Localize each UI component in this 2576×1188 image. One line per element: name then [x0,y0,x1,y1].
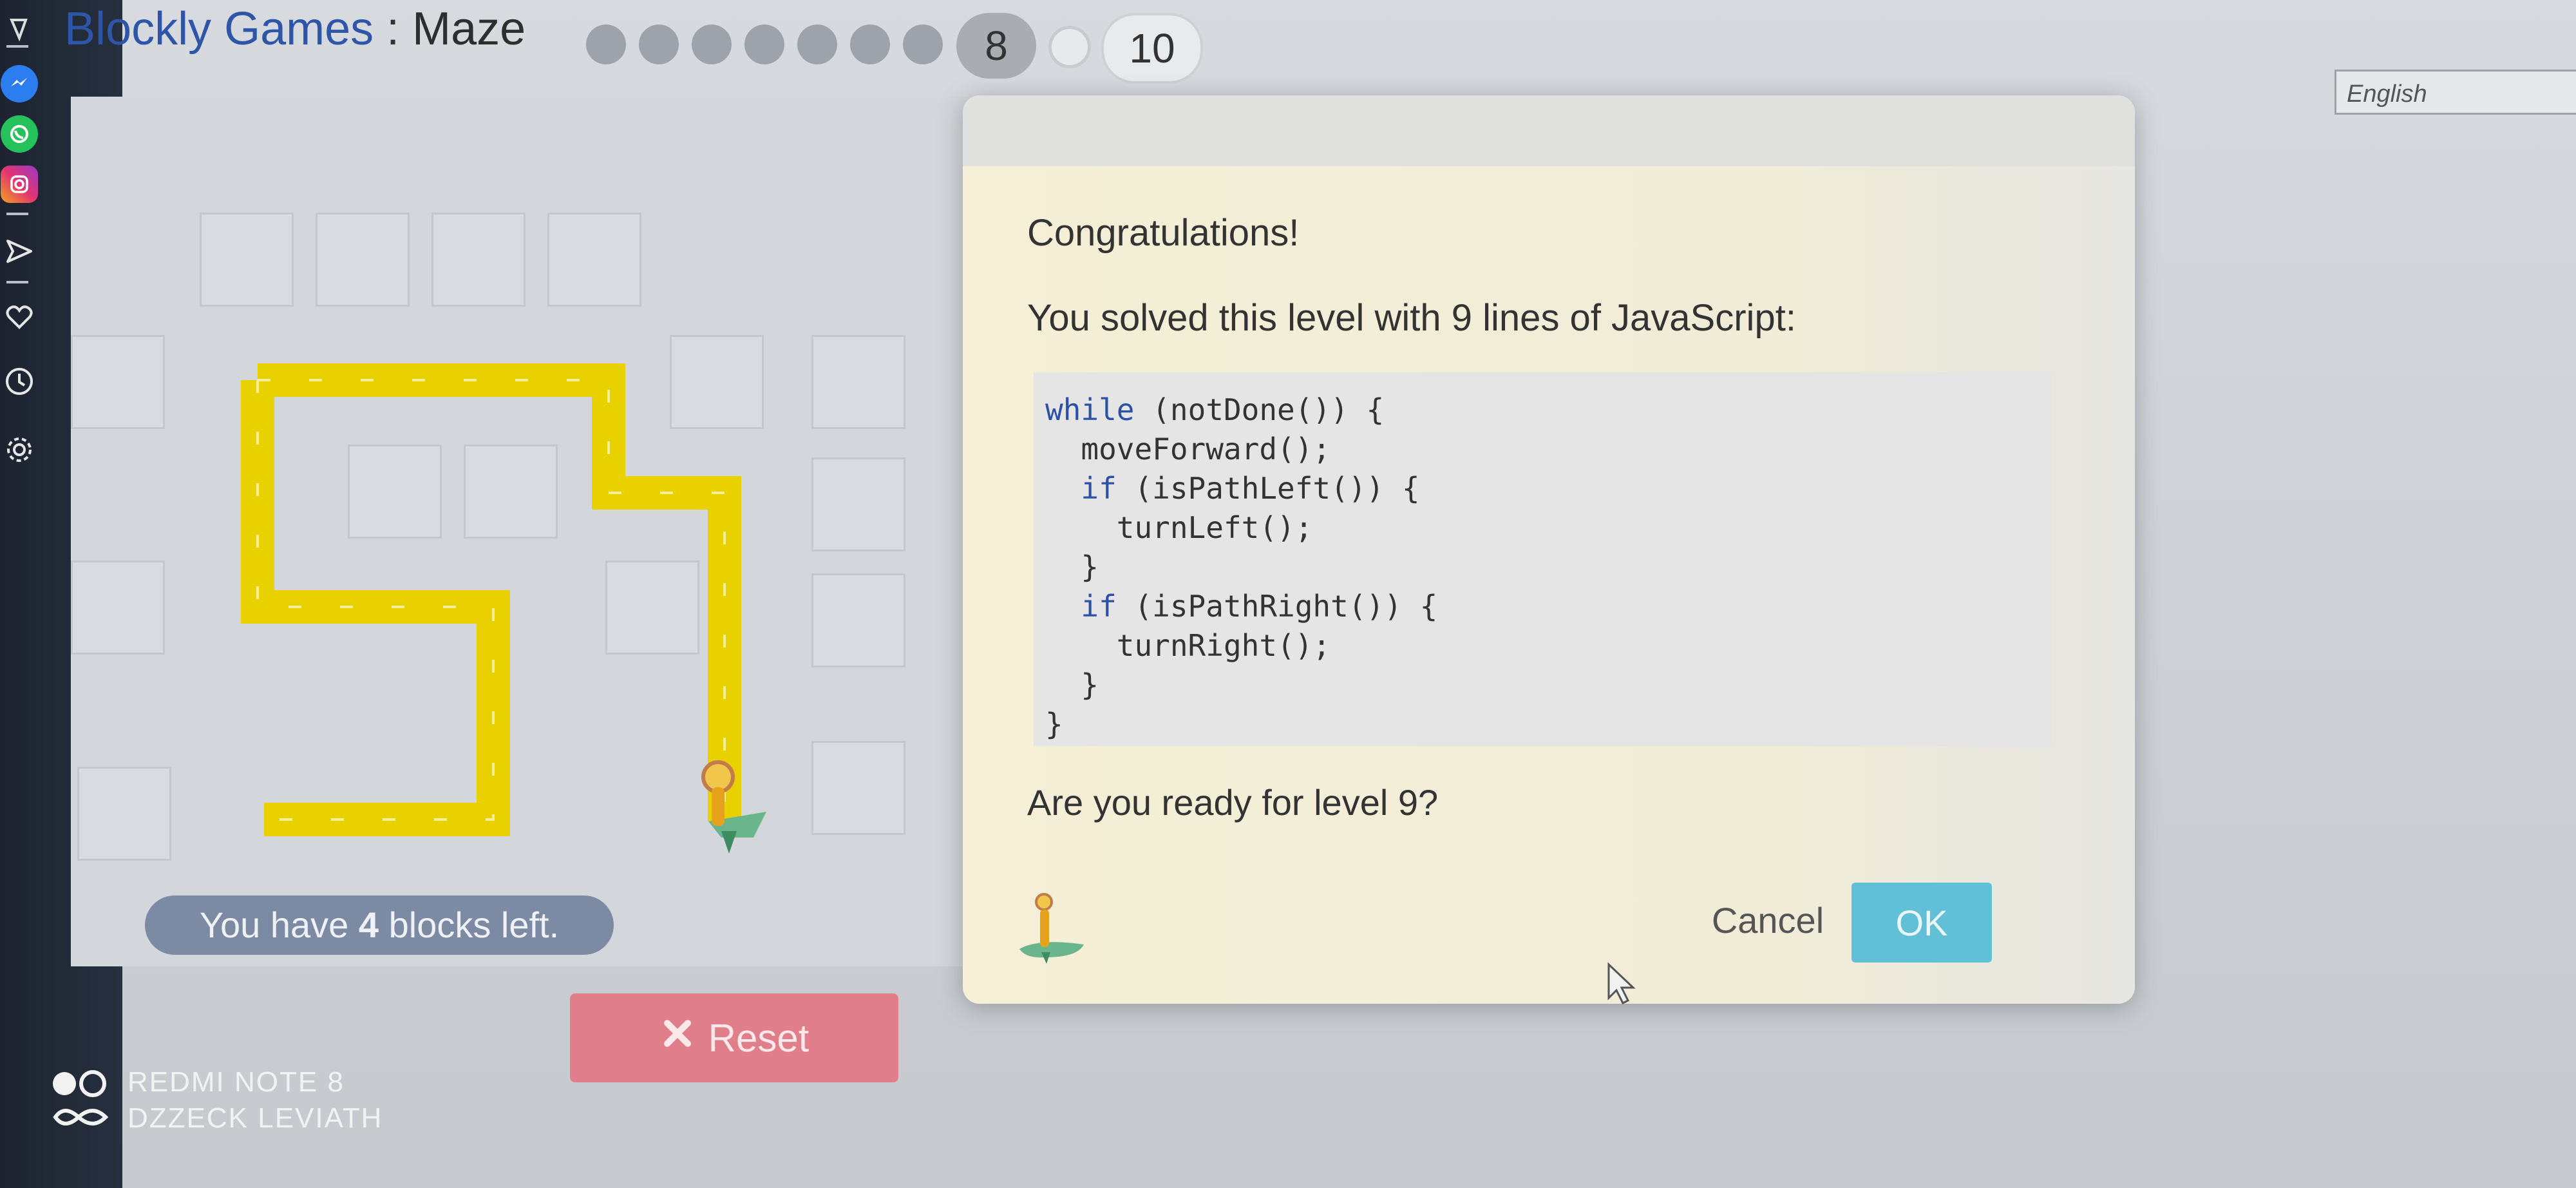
watermark-device: REDMI NOTE 8 [128,1066,345,1098]
dialog-top-bar [963,95,2135,166]
cancel-button[interactable]: Cancel [1694,881,1842,959]
watermark-author: DZZECK LEVIATH [128,1102,383,1134]
whatsapp-icon[interactable] [0,115,39,153]
dock-divider [6,213,28,215]
dock-divider [6,45,28,48]
code-line: if (isPathRight()) { [1081,589,1438,624]
maze-path [241,363,766,854]
code-line: } [1045,667,1099,702]
camera-logo-icon [50,1069,115,1134]
pegman-icon [1013,888,1097,965]
dialog-message: You solved this level with 9 lines of Ja… [1027,297,1796,339]
mouse-cursor-icon [1606,962,1638,1007]
ok-button[interactable]: OK [1852,883,1992,963]
messenger-icon[interactable] [0,64,39,103]
dialog-heading: Congratulations! [1027,212,1300,254]
code-line: } [1045,707,1063,742]
app-header: Blockly Games : Maze 8 10 [64,0,2576,84]
code-keyword: while [1045,392,1135,427]
close-icon [659,1015,696,1060]
dock-divider [6,281,28,283]
blocks-left-pill: You have 4 blocks left. [145,896,614,955]
language-select[interactable]: English [2334,70,2576,115]
level-dot-1[interactable] [586,24,626,64]
blocks-left-count: 4 [358,905,379,945]
maze-board: You have 4 blocks left. [71,97,972,966]
blocks-left-prefix: You have [199,905,359,945]
game-name: Maze [412,3,526,55]
code-text: while (notDone()) { moveForward(); if (i… [1045,390,1437,744]
next-level-question: Are you ready for level 9? [1027,782,1439,823]
app-title-link[interactable]: Blockly Games [64,3,374,55]
reset-label: Reset [708,1016,810,1060]
code-line: turnRight(); [1045,628,1331,663]
level-last-badge[interactable]: 10 [1101,13,1203,84]
level-dot-9[interactable] [1048,26,1091,68]
code-keyword: if [1081,589,1117,624]
level-dot-2[interactable] [639,24,679,64]
level-current-badge[interactable]: 8 [956,13,1036,79]
code-line: moveForward(); [1045,432,1331,466]
level-dot-4[interactable] [744,24,784,64]
code-line: while (notDone()) { [1045,392,1385,427]
level-dot-3[interactable] [692,24,732,64]
code-line: turnLeft(); [1045,510,1313,545]
code-line: } [1045,550,1099,584]
blocks-left-suffix: blocks left. [379,905,560,945]
send-icon[interactable] [0,232,39,271]
congratulations-dialog: Congratulations! You solved this level w… [963,95,2135,1004]
code-display: while (notDone()) { moveForward(); if (i… [1034,372,2051,746]
code-keyword: if [1081,471,1117,506]
settings-partial-icon[interactable] [0,10,39,48]
title-separator: : [374,3,413,55]
heart-icon[interactable] [0,298,39,336]
level-dot-7[interactable] [903,24,943,64]
level-dot-5[interactable] [797,24,837,64]
level-dot-6[interactable] [850,24,890,64]
instagram-icon[interactable] [0,165,39,204]
clock-icon[interactable] [0,362,39,401]
page-title: Blockly Games : Maze [64,0,526,58]
watermark-text: REDMI NOTE 8 DZZECK LEVIATH [128,1064,383,1136]
reset-button[interactable]: Reset [570,993,898,1082]
gear-icon[interactable] [0,430,39,469]
screen: Blockly Games : Maze 8 10 English You ha… [0,0,2576,1188]
code-line: if (isPathLeft()) { [1081,471,1420,506]
